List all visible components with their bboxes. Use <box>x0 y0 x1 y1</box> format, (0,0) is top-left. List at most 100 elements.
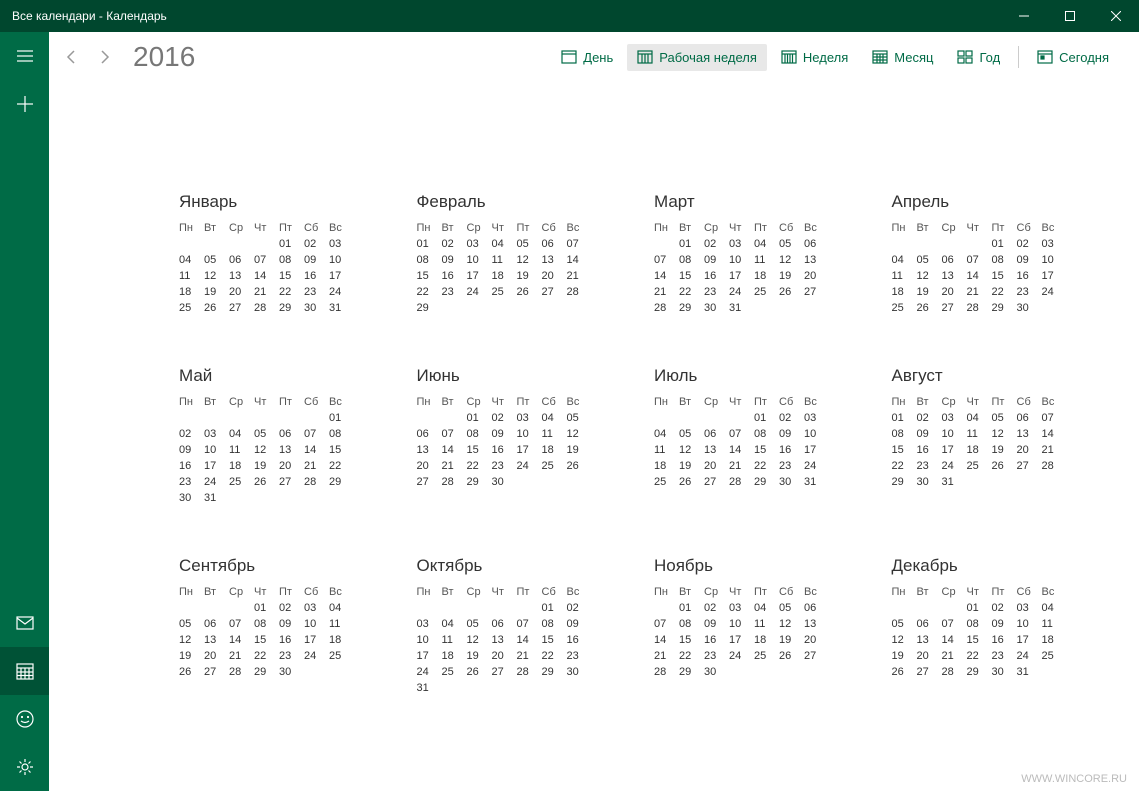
day-cell[interactable]: 30 <box>779 474 804 490</box>
day-cell[interactable]: 20 <box>804 632 829 648</box>
day-cell[interactable]: 18 <box>442 648 467 664</box>
day-cell[interactable]: 29 <box>967 664 992 680</box>
day-cell[interactable]: 27 <box>1017 458 1042 474</box>
day-cell[interactable]: 15 <box>417 268 442 284</box>
day-cell[interactable]: 23 <box>704 648 729 664</box>
day-cell[interactable]: 07 <box>1042 410 1067 426</box>
day-cell[interactable]: 01 <box>417 236 442 252</box>
day-cell[interactable]: 21 <box>654 648 679 664</box>
day-cell[interactable]: 21 <box>254 284 279 300</box>
month-block[interactable]: АвгустПнВтСрЧтПтСбВс01020304050607080910… <box>892 366 1100 506</box>
day-cell[interactable]: 04 <box>229 426 254 442</box>
day-cell[interactable]: 30 <box>179 490 204 506</box>
day-cell[interactable]: 30 <box>304 300 329 316</box>
day-cell[interactable]: 02 <box>304 236 329 252</box>
day-cell[interactable]: 13 <box>1017 426 1042 442</box>
day-cell[interactable]: 02 <box>567 600 592 616</box>
day-cell[interactable]: 19 <box>567 442 592 458</box>
day-cell[interactable]: 20 <box>542 268 567 284</box>
day-cell[interactable]: 10 <box>1042 252 1067 268</box>
day-cell[interactable]: 10 <box>1017 616 1042 632</box>
day-cell[interactable]: 17 <box>517 442 542 458</box>
day-cell[interactable]: 13 <box>804 252 829 268</box>
day-cell[interactable]: 27 <box>204 664 229 680</box>
day-cell[interactable]: 23 <box>704 284 729 300</box>
day-cell[interactable]: 15 <box>254 632 279 648</box>
day-cell[interactable]: 11 <box>442 632 467 648</box>
day-cell[interactable]: 04 <box>492 236 517 252</box>
day-cell[interactable]: 21 <box>1042 442 1067 458</box>
day-cell[interactable]: 11 <box>892 268 917 284</box>
day-cell[interactable]: 26 <box>254 474 279 490</box>
day-cell[interactable]: 16 <box>492 442 517 458</box>
day-cell[interactable]: 03 <box>942 410 967 426</box>
day-cell[interactable]: 13 <box>917 632 942 648</box>
day-cell[interactable]: 21 <box>517 648 542 664</box>
day-cell[interactable]: 22 <box>892 458 917 474</box>
day-cell[interactable]: 23 <box>917 458 942 474</box>
day-cell[interactable]: 03 <box>729 236 754 252</box>
month-block[interactable]: НоябрьПнВтСрЧтПтСбВс01020304050607080910… <box>654 556 862 696</box>
day-cell[interactable]: 28 <box>442 474 467 490</box>
day-cell[interactable]: 08 <box>279 252 304 268</box>
day-cell[interactable]: 17 <box>329 268 354 284</box>
day-cell[interactable]: 13 <box>204 632 229 648</box>
day-cell[interactable]: 27 <box>229 300 254 316</box>
day-cell[interactable]: 06 <box>704 426 729 442</box>
view-month-button[interactable]: Месяц <box>862 44 943 71</box>
day-cell[interactable]: 30 <box>1017 300 1042 316</box>
day-cell[interactable]: 02 <box>704 600 729 616</box>
day-cell[interactable]: 27 <box>279 474 304 490</box>
day-cell[interactable]: 27 <box>804 648 829 664</box>
day-cell[interactable]: 02 <box>917 410 942 426</box>
day-cell[interactable]: 24 <box>729 648 754 664</box>
day-cell[interactable]: 05 <box>567 410 592 426</box>
day-cell[interactable]: 17 <box>467 268 492 284</box>
day-cell[interactable]: 25 <box>892 300 917 316</box>
day-cell[interactable]: 24 <box>942 458 967 474</box>
month-block[interactable]: АпрельПнВтСрЧтПтСбВс01020304050607080910… <box>892 192 1100 316</box>
day-cell[interactable]: 24 <box>1017 648 1042 664</box>
day-cell[interactable]: 17 <box>417 648 442 664</box>
day-cell[interactable]: 12 <box>779 252 804 268</box>
feedback-button[interactable] <box>0 695 49 743</box>
day-cell[interactable]: 26 <box>517 284 542 300</box>
day-cell[interactable]: 25 <box>329 648 354 664</box>
day-cell[interactable]: 09 <box>179 442 204 458</box>
day-cell[interactable]: 05 <box>779 600 804 616</box>
day-cell[interactable]: 10 <box>729 616 754 632</box>
day-cell[interactable]: 08 <box>417 252 442 268</box>
day-cell[interactable]: 02 <box>442 236 467 252</box>
view-day-button[interactable]: День <box>551 44 623 71</box>
day-cell[interactable]: 06 <box>229 252 254 268</box>
month-block[interactable]: ЯнварьПнВтСрЧтПтСбВс01020304050607080910… <box>179 192 387 316</box>
day-cell[interactable]: 24 <box>304 648 329 664</box>
day-cell[interactable]: 04 <box>179 252 204 268</box>
day-cell[interactable]: 13 <box>417 442 442 458</box>
day-cell[interactable]: 02 <box>492 410 517 426</box>
prev-year-button[interactable] <box>61 47 81 67</box>
day-cell[interactable]: 25 <box>967 458 992 474</box>
day-cell[interactable]: 22 <box>467 458 492 474</box>
day-cell[interactable]: 29 <box>754 474 779 490</box>
day-cell[interactable]: 19 <box>254 458 279 474</box>
day-cell[interactable]: 27 <box>492 664 517 680</box>
day-cell[interactable]: 18 <box>754 268 779 284</box>
day-cell[interactable]: 26 <box>779 648 804 664</box>
day-cell[interactable]: 26 <box>467 664 492 680</box>
day-cell[interactable]: 09 <box>567 616 592 632</box>
day-cell[interactable]: 31 <box>204 490 229 506</box>
day-cell[interactable]: 08 <box>329 426 354 442</box>
day-cell[interactable]: 03 <box>729 600 754 616</box>
day-cell[interactable]: 19 <box>992 442 1017 458</box>
day-cell[interactable]: 14 <box>729 442 754 458</box>
day-cell[interactable]: 08 <box>679 616 704 632</box>
day-cell[interactable]: 31 <box>417 680 442 696</box>
day-cell[interactable]: 05 <box>992 410 1017 426</box>
day-cell[interactable]: 28 <box>229 664 254 680</box>
day-cell[interactable]: 03 <box>417 616 442 632</box>
day-cell[interactable]: 01 <box>967 600 992 616</box>
day-cell[interactable]: 14 <box>517 632 542 648</box>
day-cell[interactable]: 28 <box>254 300 279 316</box>
day-cell[interactable]: 16 <box>917 442 942 458</box>
